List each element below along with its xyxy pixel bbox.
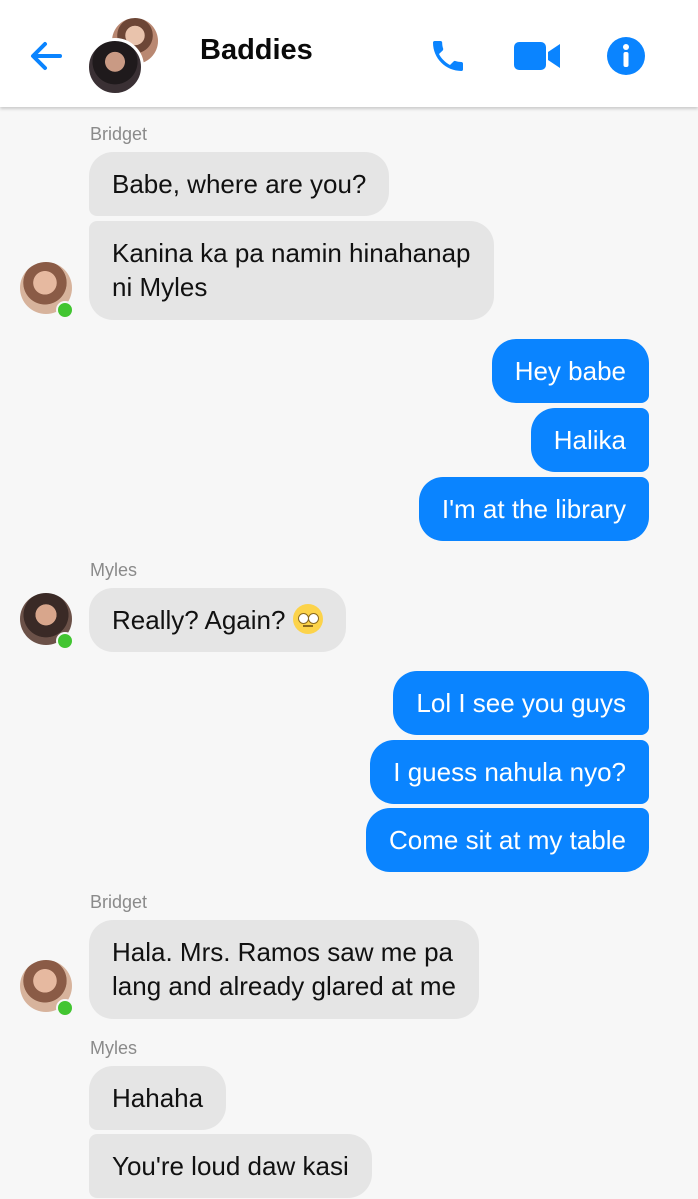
message-line: lang and already glared at me [112, 971, 457, 1001]
message-line: ni Myles [112, 272, 208, 302]
sender-name: Myles [90, 1038, 138, 1058]
message-bubble[interactable]: I guess nahula nyo? [370, 740, 649, 804]
rolling-eyes-emoji-icon [293, 604, 324, 634]
message-bubble[interactable]: I'm at the library [418, 477, 649, 541]
online-indicator [56, 301, 74, 319]
message-bubble[interactable]: Kanina ka pa namin hinahanap ni Myles [89, 221, 494, 320]
online-indicator [56, 999, 74, 1017]
message-bubble[interactable]: Hahaha [89, 1066, 227, 1130]
group-avatar[interactable] [86, 16, 162, 96]
message-bubble[interactable]: Hey babe [491, 339, 649, 403]
message-bubble[interactable]: Halika [530, 408, 649, 472]
sender-name: Bridget [90, 892, 148, 912]
video-camera-icon[interactable] [512, 38, 562, 74]
member-avatar [86, 38, 144, 96]
message-line: Hala. Mrs. Ramos saw me pa [112, 937, 453, 967]
message-bubble[interactable]: Hala. Mrs. Ramos saw me pa lang and alre… [89, 920, 480, 1019]
phone-icon[interactable] [428, 36, 468, 76]
message-text: Really? Again? [112, 605, 286, 635]
sender-name: Bridget [90, 124, 148, 144]
message-bubble[interactable]: Come sit at my table [366, 808, 649, 872]
message-bubble[interactable]: Really? Again? [89, 588, 347, 652]
chat-header: Baddies [0, 0, 698, 107]
message-line: Kanina ka pa namin hinahanap [112, 238, 471, 268]
arrow-left-icon[interactable] [26, 36, 66, 76]
sender-name: Myles [90, 560, 138, 580]
online-indicator [56, 632, 74, 650]
chat-title[interactable]: Baddies [200, 34, 313, 67]
message-bubble[interactable]: You're loud daw kasi [89, 1134, 372, 1198]
message-bubble[interactable]: Babe, where are you? [89, 152, 390, 216]
message-bubble[interactable]: Lol I see you guys [393, 671, 649, 735]
info-icon[interactable] [605, 35, 647, 77]
